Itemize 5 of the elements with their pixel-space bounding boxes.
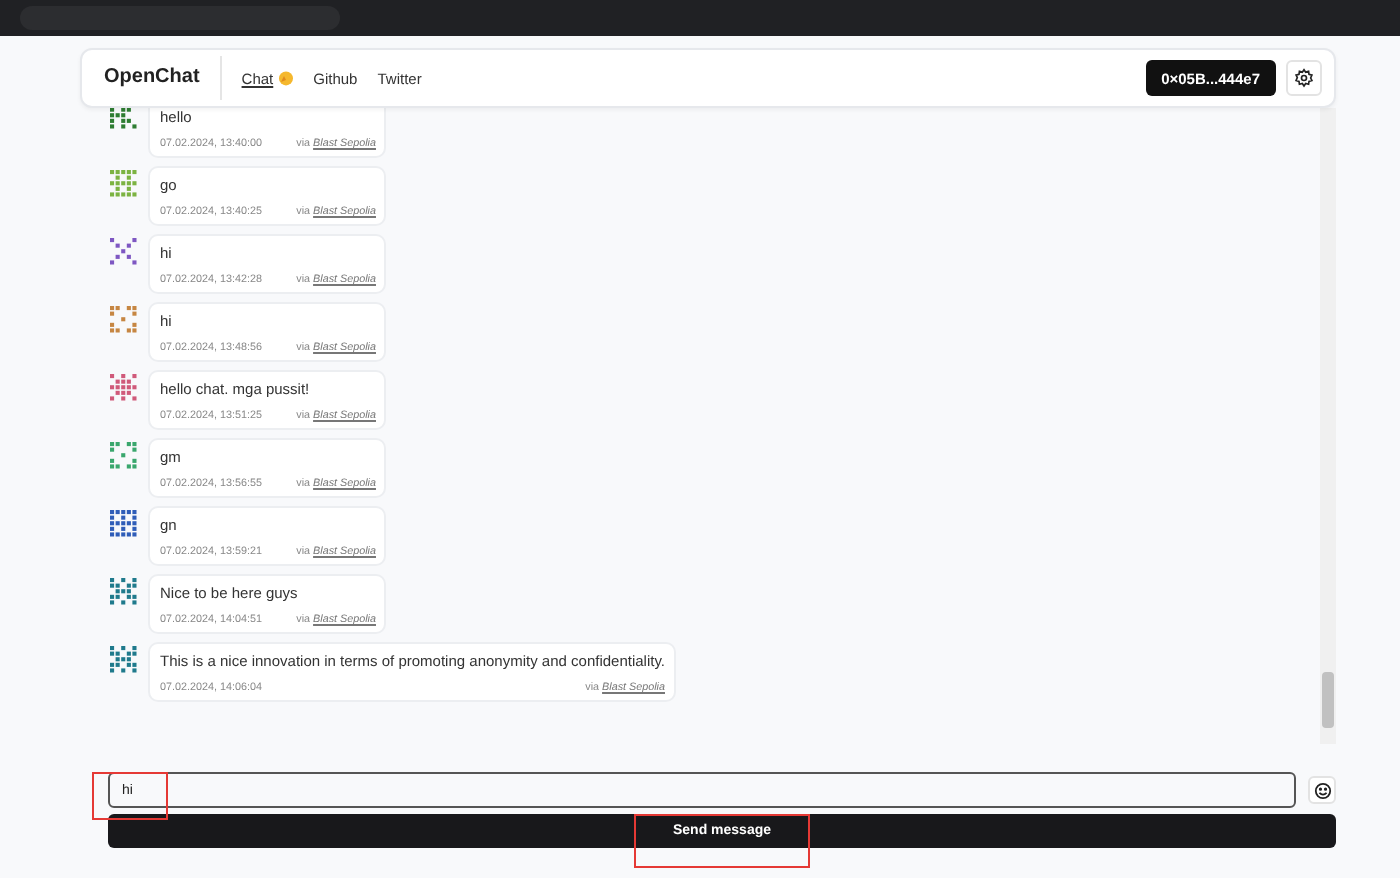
settings-icon[interactable]	[1286, 60, 1322, 96]
smiley-icon[interactable]	[1308, 776, 1336, 804]
scrollbar[interactable]	[1320, 108, 1336, 744]
highlight-box	[92, 772, 168, 820]
brand-logo: OpenChat	[104, 56, 222, 100]
